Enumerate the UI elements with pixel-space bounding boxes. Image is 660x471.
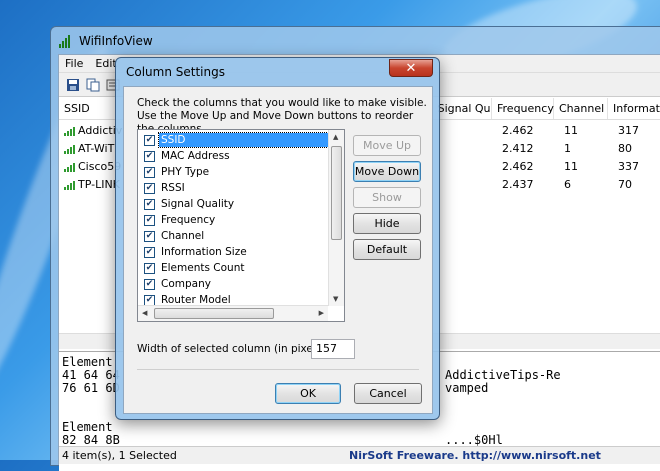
signal-strength-icon bbox=[64, 126, 75, 136]
column-item-information-size[interactable]: ✔ Information Size bbox=[140, 244, 328, 260]
checkbox-checked-icon[interactable]: ✔ bbox=[144, 214, 155, 226]
menu-edit[interactable]: Edit bbox=[95, 57, 116, 70]
menu-file[interactable]: File bbox=[65, 57, 83, 70]
column-item-mac-address[interactable]: ✔ MAC Address bbox=[140, 148, 328, 164]
column-item-label: Elements Count bbox=[161, 262, 245, 274]
row-frequency: 2.462 bbox=[502, 123, 534, 137]
column-item-label: PHY Type bbox=[161, 166, 210, 178]
checkbox-checked-icon[interactable]: ✔ bbox=[144, 246, 155, 258]
checkbox-checked-icon[interactable]: ✔ bbox=[144, 150, 155, 162]
close-icon: ✕ bbox=[405, 60, 417, 76]
column-header-information[interactable]: Informatio bbox=[608, 98, 660, 119]
scroll-up-arrow-icon[interactable]: ▲ bbox=[333, 133, 338, 141]
hide-button[interactable]: Hide bbox=[353, 213, 421, 234]
checkbox-checked-icon[interactable]: ✔ bbox=[144, 278, 155, 290]
copy-icon[interactable] bbox=[85, 77, 101, 93]
column-item-channel[interactable]: ✔ Channel bbox=[140, 228, 328, 244]
row-frequency: 2.412 bbox=[502, 141, 534, 155]
column-item-label: Signal Quality bbox=[161, 198, 235, 210]
main-window-title-bar[interactable]: WifiInfoView bbox=[59, 31, 153, 51]
checkbox-checked-icon[interactable]: ✔ bbox=[144, 166, 155, 178]
detail-line: 76 61 6D bbox=[62, 381, 120, 395]
detail-ascii-line bbox=[445, 395, 561, 408]
signal-strength-icon bbox=[64, 180, 75, 190]
scroll-right-arrow-icon[interactable]: ▶ bbox=[319, 309, 324, 317]
column-item-label: Company bbox=[161, 278, 211, 290]
detail-ascii-line: vamped bbox=[445, 381, 489, 395]
column-item-phy-type[interactable]: ✔ PHY Type bbox=[140, 164, 328, 180]
move-up-button[interactable]: Move Up bbox=[353, 135, 421, 156]
column-item-label: Channel bbox=[161, 230, 205, 242]
row-ssid: AT-WiT bbox=[78, 141, 115, 155]
row-info: 80 bbox=[618, 141, 632, 155]
show-button[interactable]: Show bbox=[353, 187, 421, 208]
column-item-label: Information Size bbox=[161, 246, 247, 258]
checkbox-checked-icon[interactable]: ✔ bbox=[144, 294, 155, 306]
main-window-title: WifiInfoView bbox=[79, 34, 153, 48]
column-item-label: Frequency bbox=[161, 214, 216, 226]
status-bar: 4 item(s), 1 Selected NirSoft Freeware. … bbox=[59, 446, 660, 464]
scrollbar-thumb[interactable] bbox=[154, 308, 274, 319]
checkbox-checked-icon[interactable]: ✔ bbox=[144, 134, 155, 146]
column-settings-dialog: Column Settings ✕ Check the columns that… bbox=[115, 57, 440, 420]
dialog-client: Check the columns that you would like to… bbox=[123, 86, 433, 414]
column-item-ssid[interactable]: ✔ SSID bbox=[140, 132, 329, 148]
column-item-signal-quality[interactable]: ✔ Signal Quality bbox=[140, 196, 328, 212]
listbox-horizontal-scrollbar[interactable]: ◀ ▶ bbox=[138, 305, 328, 321]
dialog-title: Column Settings bbox=[126, 65, 225, 79]
cancel-button[interactable]: Cancel bbox=[354, 383, 422, 404]
status-link[interactable]: NirSoft Freeware. http://www.nirsoft.net bbox=[349, 449, 601, 462]
columns-listbox[interactable]: ✔ SSID ✔ MAC Address ✔ PHY Type ✔ RSSI ✔ Sign… bbox=[137, 129, 345, 322]
row-ssid: TP-LINK bbox=[78, 177, 120, 191]
row-channel: 1 bbox=[564, 141, 571, 155]
column-item-label: MAC Address bbox=[161, 150, 230, 162]
scrollbar-thumb[interactable] bbox=[331, 146, 342, 240]
status-count: 4 item(s), 1 Selected bbox=[62, 449, 177, 462]
close-button[interactable]: ✕ bbox=[389, 59, 433, 77]
checkbox-checked-icon[interactable]: ✔ bbox=[144, 262, 155, 274]
row-channel: 11 bbox=[564, 159, 578, 173]
save-icon[interactable] bbox=[65, 77, 81, 93]
signal-strength-icon bbox=[64, 162, 75, 172]
column-item-label: SSID bbox=[158, 132, 329, 148]
column-item-company[interactable]: ✔ Company bbox=[140, 276, 328, 292]
row-frequency: 2.462 bbox=[502, 159, 534, 173]
scroll-down-arrow-icon[interactable]: ▼ bbox=[333, 295, 338, 303]
column-width-input[interactable]: 157 bbox=[311, 339, 355, 359]
column-header-frequency[interactable]: Frequency bbox=[492, 98, 554, 119]
column-item-elements-count[interactable]: ✔ Elements Count bbox=[140, 260, 328, 276]
checkbox-checked-icon[interactable]: ✔ bbox=[144, 198, 155, 210]
column-item-rssi[interactable]: ✔ RSSI bbox=[140, 180, 328, 196]
column-header-channel[interactable]: Channel bbox=[554, 98, 608, 119]
detail-ascii-line bbox=[445, 408, 561, 421]
column-item-frequency[interactable]: ✔ Frequency bbox=[140, 212, 328, 228]
detail-line bbox=[62, 395, 120, 408]
row-frequency: 2.437 bbox=[502, 177, 534, 191]
dialog-divider bbox=[137, 369, 419, 370]
listbox-vertical-scrollbar[interactable]: ▲ ▼ bbox=[328, 130, 344, 306]
ok-button[interactable]: OK bbox=[275, 383, 341, 404]
row-info: 70 bbox=[618, 177, 632, 191]
wifi-signal-icon bbox=[59, 34, 73, 48]
move-down-button[interactable]: Move Down bbox=[353, 161, 421, 182]
checkbox-checked-icon[interactable]: ✔ bbox=[144, 182, 155, 194]
row-channel: 11 bbox=[564, 123, 578, 137]
column-header-signal-quality[interactable]: Signal Quality bbox=[433, 98, 492, 119]
row-info: 337 bbox=[618, 159, 639, 173]
signal-strength-icon bbox=[64, 144, 75, 154]
column-item-label: RSSI bbox=[161, 182, 185, 194]
scroll-left-arrow-icon[interactable]: ◀ bbox=[142, 309, 147, 317]
default-button[interactable]: Default bbox=[353, 239, 421, 260]
row-channel: 6 bbox=[564, 177, 571, 191]
row-info: 317 bbox=[618, 123, 639, 137]
checkbox-checked-icon[interactable]: ✔ bbox=[144, 230, 155, 242]
width-label: Width of selected column (in pixels): bbox=[137, 343, 329, 355]
